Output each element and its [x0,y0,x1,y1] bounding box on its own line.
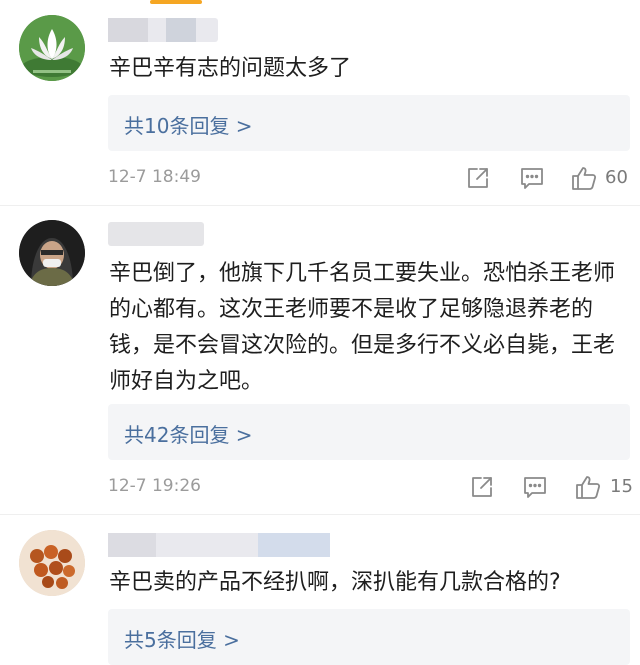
comment-item: 辛巴卖的产品不经扒啊，深扒能有几款合格的? 共5条回复 > [0,0,640,665]
avatar[interactable] [19,530,85,596]
view-replies-link[interactable]: 共5条回复 > [124,624,240,653]
comment-text: 辛巴卖的产品不经扒啊，深扒能有几款合格的? [109,570,561,595]
username-blurred[interactable] [108,533,330,557]
reply-box[interactable]: 共5条回复 > [108,609,630,665]
